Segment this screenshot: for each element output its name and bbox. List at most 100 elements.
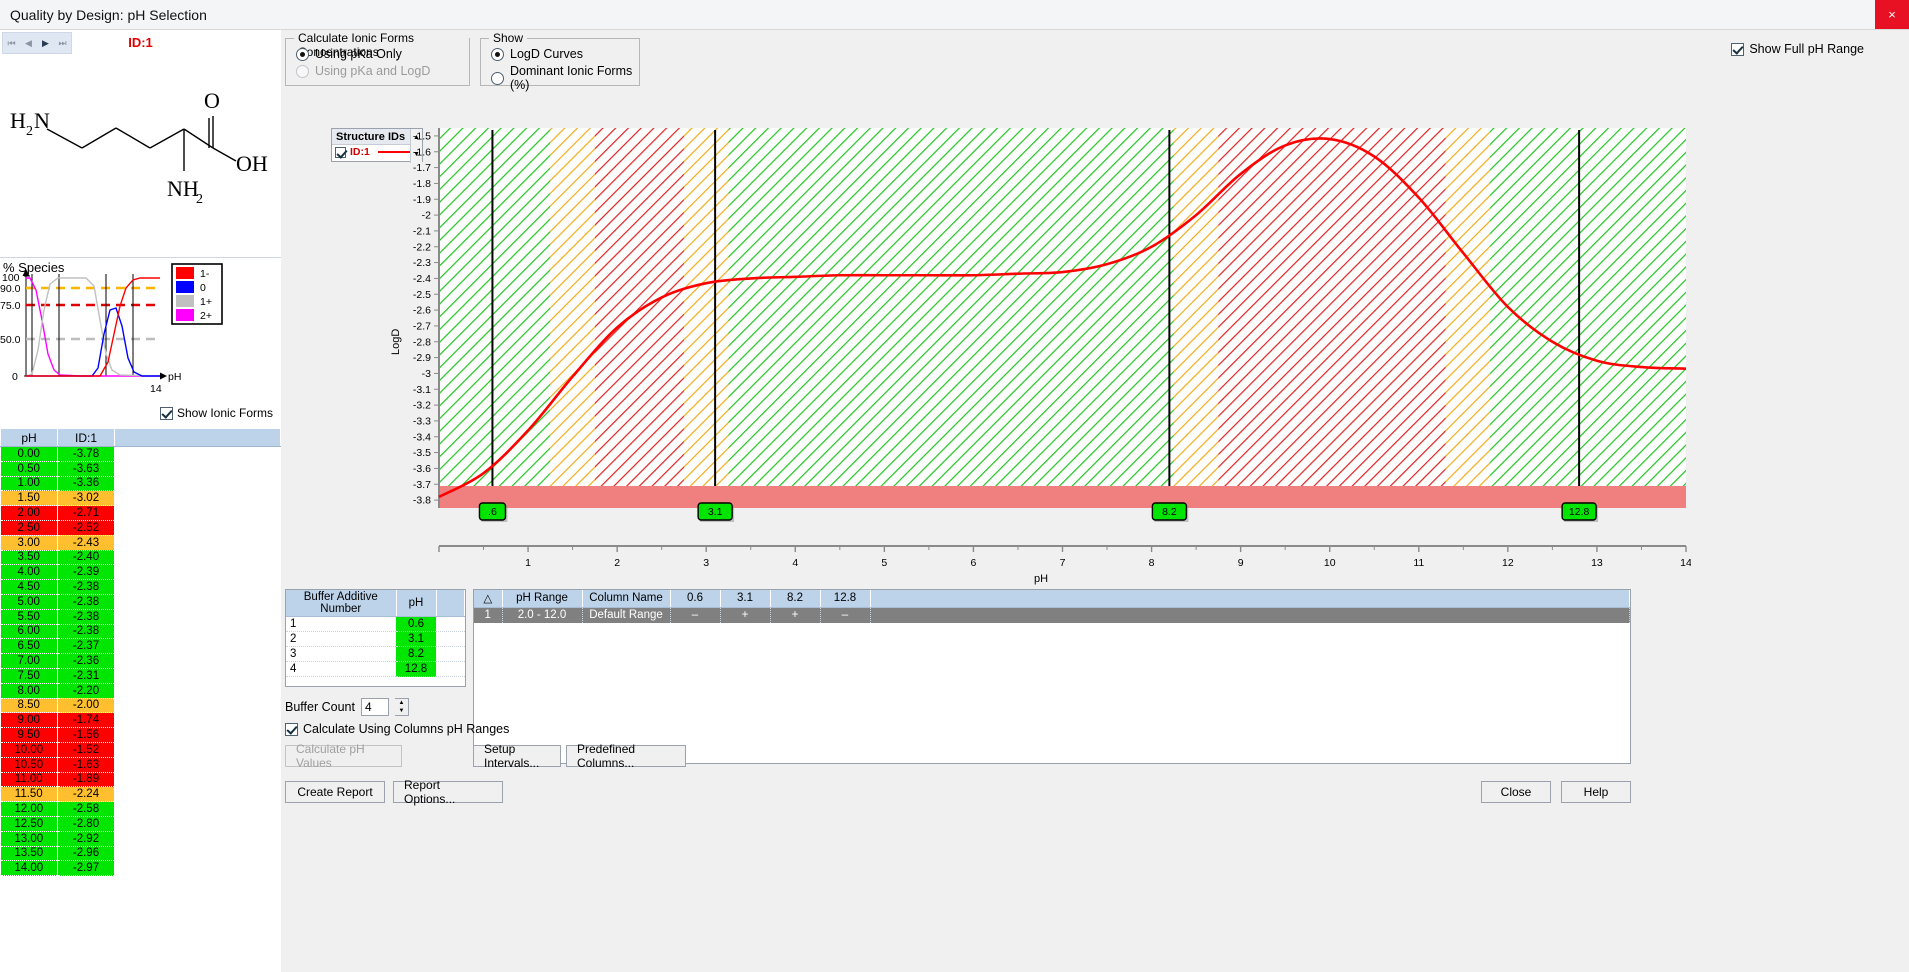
table-row[interactable]: 8.00-2.20 (1, 683, 281, 698)
ph-range-table[interactable]: △pH RangeColumn Name0.63.18.212.8 12.0 -… (473, 589, 1631, 764)
chart-y-tick-20: -3.5 (413, 447, 431, 459)
table-row[interactable]: 4.50-2.38 (1, 580, 281, 595)
cell-filler (436, 632, 465, 647)
table-row[interactable]: 10.6 (286, 617, 465, 632)
radio-logd-curves[interactable]: LogD Curves (491, 47, 583, 61)
cell-ph: 5.00 (1, 594, 58, 609)
table-row[interactable]: 6.00-2.38 (1, 624, 281, 639)
table-row[interactable]: 6.50-2.37 (1, 639, 281, 654)
chart-y-tick-13: -2.8 (413, 336, 431, 348)
column-header-0[interactable]: △ (474, 590, 502, 607)
table-row[interactable]: 12.0 - 12.0Default Range–++– (474, 607, 1630, 623)
table-row[interactable]: 13.00-2.92 (1, 831, 281, 846)
ph-range-table-body: 12.0 - 12.0Default Range–++– (474, 607, 1630, 623)
window-close-button[interactable]: × (1875, 0, 1909, 29)
radio-dot[interactable] (296, 48, 309, 61)
checkbox-box[interactable] (1731, 43, 1744, 56)
table-row[interactable]: 11.50-2.24 (1, 787, 281, 802)
create-report-button[interactable]: Create Report (285, 781, 385, 803)
table-row[interactable]: 10.00-1.52 (1, 742, 281, 757)
cell-3: – (670, 607, 720, 623)
chart-band-2 (595, 128, 684, 486)
cell-6: – (820, 607, 870, 623)
column-header-3[interactable]: 0.6 (670, 590, 720, 607)
table-row[interactable]: 412.8 (286, 662, 465, 677)
buffer-additive-table-body: 10.623.138.2412.8 (286, 617, 465, 677)
column-header-2[interactable]: Column Name (582, 590, 670, 607)
radio-dot[interactable] (491, 72, 504, 85)
buffer-count-input[interactable]: 4 (361, 698, 389, 716)
stepper-up-icon[interactable]: ▲ (395, 699, 408, 707)
logd-chart[interactable]: -1.5-1.6-1.7-1.8-1.9-2-2.1-2.2-2.3-2.4-2… (391, 110, 1691, 590)
table-row[interactable]: 5.50-2.38 (1, 609, 281, 624)
table-row[interactable]: 11.00-1.89 (1, 772, 281, 787)
column-header-7[interactable] (870, 590, 1630, 607)
show-ionic-forms-checkbox[interactable]: Show Ionic Forms (160, 406, 273, 420)
column-header-id1[interactable]: ID:1 (58, 429, 115, 447)
column-header-buffer-ph[interactable]: pH (396, 590, 436, 617)
table-row[interactable]: 9.50-1.56 (1, 728, 281, 743)
radio-dot[interactable] (491, 48, 504, 61)
table-row[interactable]: 12.50-2.80 (1, 816, 281, 831)
stepper-down-icon[interactable]: ▼ (395, 707, 408, 715)
table-row[interactable]: 1.50-3.02 (1, 491, 281, 506)
table-row[interactable]: 5.00-2.38 (1, 594, 281, 609)
table-row[interactable]: 14.00-2.97 (1, 861, 281, 876)
logd-chart-svg[interactable]: -1.5-1.6-1.7-1.8-1.9-2-2.1-2.2-2.3-2.4-2… (391, 110, 1691, 590)
table-row[interactable]: 7.50-2.31 (1, 668, 281, 683)
close-button[interactable]: Close (1481, 781, 1551, 803)
help-button[interactable]: Help (1561, 781, 1631, 803)
buffer-additive-table[interactable]: Buffer Additive Number pH 10.623.138.241… (285, 589, 466, 687)
report-options-button[interactable]: Report Options... (393, 781, 503, 803)
cell-filler (115, 683, 281, 698)
buffer-count-stepper[interactable]: ▲ ▼ (395, 698, 409, 716)
svg-text:75.0: 75.0 (0, 300, 21, 312)
checkbox-box[interactable] (285, 723, 298, 736)
ph-logd-table[interactable]: pH ID:1 0.00-3.780.50-3.631.00-3.361.50-… (0, 428, 281, 972)
table-row[interactable]: 9.00-1.74 (1, 713, 281, 728)
table-row[interactable]: 8.50-2.00 (1, 698, 281, 713)
calculate-using-columns-checkbox[interactable]: Calculate Using Columns pH Ranges (285, 722, 509, 736)
radio-using-pka-only[interactable]: Using pKa Only (296, 47, 402, 61)
column-header-buffer-number[interactable]: Buffer Additive Number (286, 590, 396, 617)
column-header-5[interactable]: 8.2 (770, 590, 820, 607)
column-header-6[interactable]: 12.8 (820, 590, 870, 607)
cell-filler (115, 728, 281, 743)
column-header-1[interactable]: pH Range (502, 590, 582, 607)
table-row[interactable]: 3.50-2.40 (1, 550, 281, 565)
radio-dominant-ionic-forms[interactable]: Dominant Ionic Forms (%) (491, 64, 639, 92)
predefined-columns-button[interactable]: Predefined Columns... (566, 745, 686, 767)
setup-intervals-button[interactable]: Setup Intervals... (473, 745, 561, 767)
chart-y-tick-19: -3.4 (413, 431, 431, 443)
table-row[interactable]: 2.00-2.71 (1, 506, 281, 521)
checkbox-box[interactable] (160, 407, 173, 420)
cell-ph: 7.50 (1, 668, 58, 683)
show-full-ph-range-checkbox[interactable]: Show Full pH Range (1731, 42, 1864, 56)
nav-prev-icon[interactable]: ◀ (20, 33, 37, 53)
table-row[interactable]: 0.00-3.78 (1, 447, 281, 462)
table-row[interactable]: 2.50-2.52 (1, 520, 281, 535)
table-row[interactable]: 0.50-3.63 (1, 461, 281, 476)
table-row[interactable]: 7.00-2.36 (1, 654, 281, 669)
column-header-ph[interactable]: pH (1, 429, 58, 447)
chart-y-tick-5: -2 (422, 210, 431, 222)
table-row[interactable]: 10.50-1.63 (1, 757, 281, 772)
table-row[interactable]: 3.00-2.43 (1, 535, 281, 550)
table-row[interactable]: 38.2 (286, 647, 465, 662)
table-row[interactable]: 13.50-2.96 (1, 846, 281, 861)
table-row[interactable]: 1.00-3.36 (1, 476, 281, 491)
table-row[interactable]: 23.1 (286, 632, 465, 647)
svg-text:0: 0 (12, 371, 18, 383)
nav-first-icon[interactable]: ⏮ (3, 33, 20, 53)
nav-last-icon[interactable]: ⏭ (54, 33, 71, 53)
cell-logd: -1.63 (58, 757, 115, 772)
cell-logd: -1.89 (58, 772, 115, 787)
column-header-4[interactable]: 3.1 (720, 590, 770, 607)
table-row[interactable]: 12.00-2.58 (1, 802, 281, 817)
table-row[interactable]: 4.00-2.39 (1, 565, 281, 580)
checkbox-box[interactable] (335, 147, 346, 158)
cell-logd: -2.58 (58, 802, 115, 817)
chart-band-0 (439, 128, 550, 486)
chart-y-tick-1: -1.6 (413, 146, 431, 158)
nav-next-icon[interactable]: ▶ (37, 33, 54, 53)
